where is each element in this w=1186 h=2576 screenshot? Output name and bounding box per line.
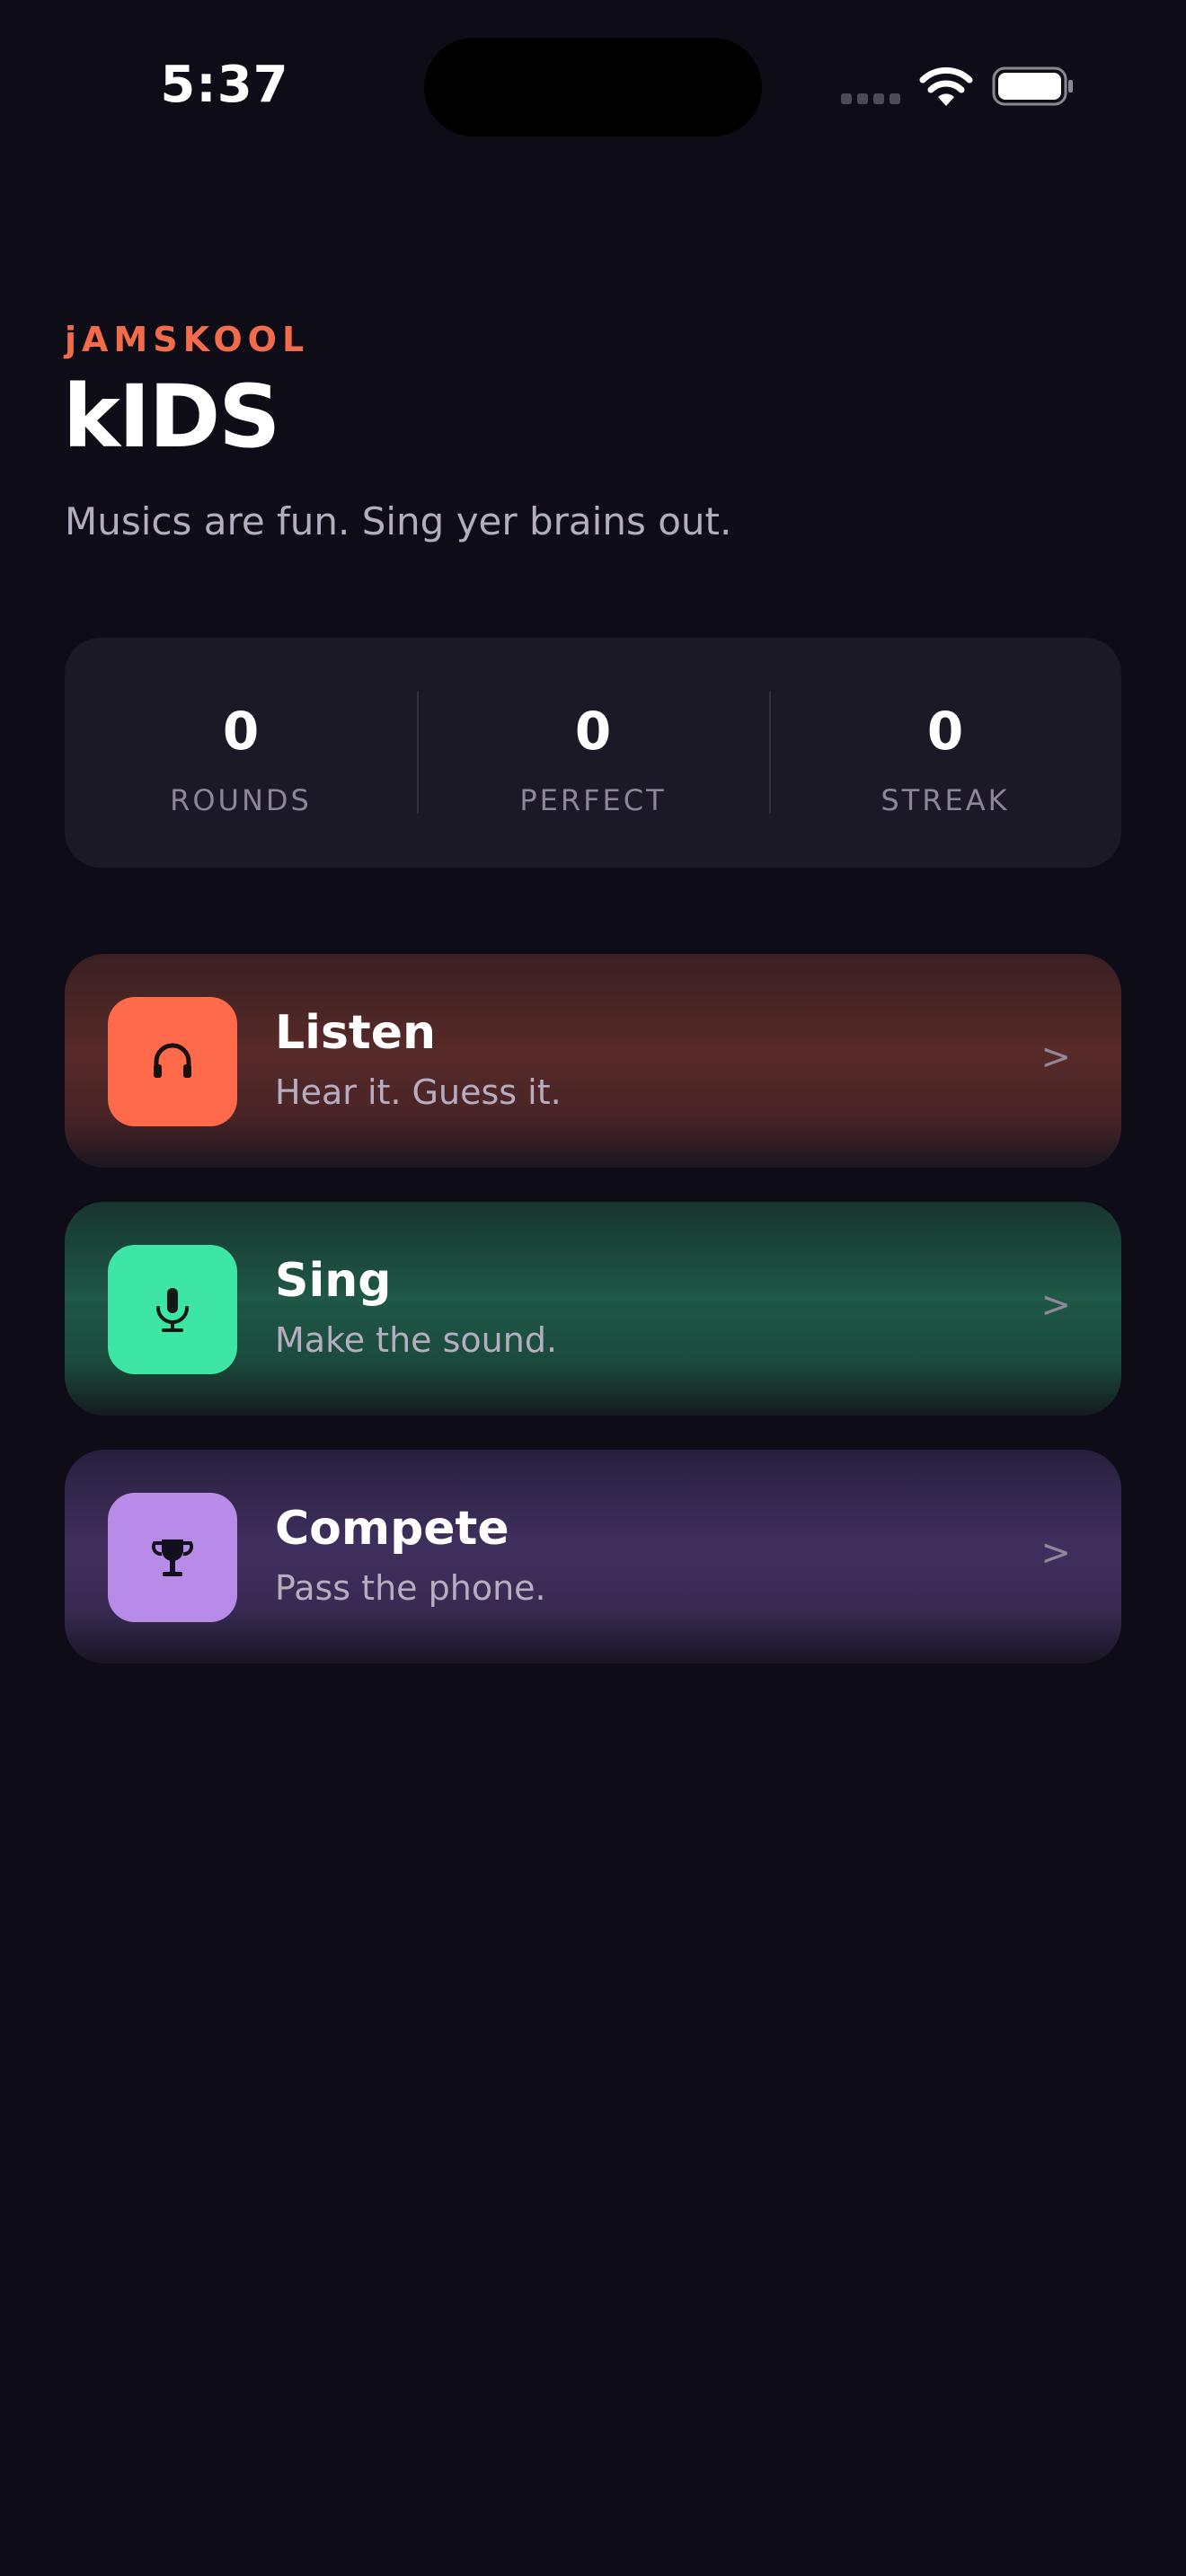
stat-label: ROUNDS: [170, 783, 312, 817]
listen-title: Listen: [275, 1006, 437, 1060]
compete-mode-card[interactable]: Compete Pass the phone. >: [65, 1450, 1121, 1663]
trophy-icon: [151, 1539, 194, 1576]
headphones-icon: [154, 1043, 191, 1078]
listen-mode-card[interactable]: Listen Hear it. Guess it. >: [65, 954, 1121, 1168]
stat-value: 0: [926, 701, 964, 762]
microphone-icon: [156, 1288, 189, 1332]
stat-value: 0: [222, 701, 260, 762]
stat-label: STREAK: [881, 783, 1010, 817]
brand-label: jAMSKOOL: [65, 320, 310, 359]
sing-title: Sing: [275, 1254, 392, 1308]
dynamic-island: [424, 38, 762, 137]
stat-value: 0: [574, 701, 612, 762]
status-time: 5:37: [160, 56, 289, 114]
chevron-right-icon: >: [1040, 1532, 1071, 1574]
stat-streak: 0 STREAK: [769, 638, 1121, 868]
sing-subtitle: Make the sound.: [275, 1320, 558, 1360]
page-title: kIDS: [63, 366, 280, 467]
app-screen: 5:37 jAMSKOOL kIDS Musics are fun. Sing …: [0, 0, 1186, 2576]
stat-label: PERFECT: [519, 783, 667, 817]
stats-card: 0 ROUNDS 0 PERFECT 0 STREAK: [65, 638, 1121, 868]
tagline: Musics are fun. Sing yer brains out.: [65, 499, 732, 543]
sing-mode-card[interactable]: Sing Make the sound. >: [65, 1202, 1121, 1416]
wifi-icon: [919, 66, 973, 106]
stat-perfect: 0 PERFECT: [417, 638, 769, 868]
listen-subtitle: Hear it. Guess it.: [275, 1072, 562, 1112]
compete-subtitle: Pass the phone.: [275, 1568, 546, 1608]
chevron-right-icon: >: [1040, 1284, 1071, 1326]
battery-icon: [992, 66, 1073, 106]
cellular-signal-icon: [841, 93, 900, 104]
compete-title: Compete: [275, 1502, 509, 1556]
chevron-right-icon: >: [1040, 1037, 1071, 1078]
sing-icon-tile: [108, 1245, 237, 1374]
stat-rounds: 0 ROUNDS: [65, 638, 417, 868]
listen-icon-tile: [108, 997, 237, 1126]
compete-icon-tile: [108, 1493, 237, 1622]
